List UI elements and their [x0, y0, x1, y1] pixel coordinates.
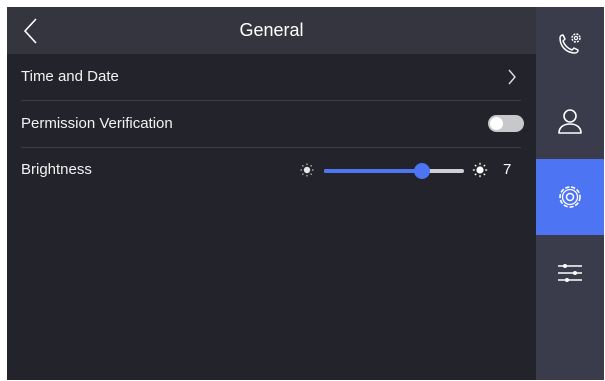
sliders-icon [558, 264, 582, 282]
toggle-knob [490, 117, 503, 130]
chevron-left-icon[interactable] [17, 16, 47, 46]
sidebar-item-general-settings[interactable] [536, 159, 604, 235]
page-title: General [239, 20, 304, 40]
call-settings-icon [559, 33, 581, 54]
brightness-label: Brightness [21, 161, 92, 178]
chevron-right-icon [508, 69, 516, 85]
time-and-date-row[interactable]: Time and Date [21, 54, 521, 100]
header-bar: General [7, 7, 536, 54]
gear-icon [559, 186, 581, 208]
brightness-slider-fill [324, 169, 422, 173]
time-and-date-label: Time and Date [21, 68, 119, 85]
brightness-row: Brightness 7 [21, 147, 521, 193]
permission-verification-label: Permission Verification [21, 115, 173, 132]
sidebar-item-user[interactable] [536, 83, 604, 159]
sidebar-item-call-settings[interactable] [536, 7, 604, 83]
brightness-slider[interactable] [324, 163, 464, 179]
sidebar [536, 7, 604, 380]
user-icon [558, 109, 582, 134]
permission-verification-toggle[interactable] [488, 115, 524, 132]
brightness-value: 7 [503, 161, 512, 178]
screen: General Time and Date Permission Verific… [7, 7, 604, 380]
brightness-slider-thumb[interactable] [414, 163, 430, 179]
sidebar-item-advanced[interactable] [536, 235, 604, 311]
permission-verification-row: Permission Verification [21, 101, 524, 147]
brightness-high-icon [472, 162, 488, 178]
brightness-low-icon [300, 163, 314, 177]
